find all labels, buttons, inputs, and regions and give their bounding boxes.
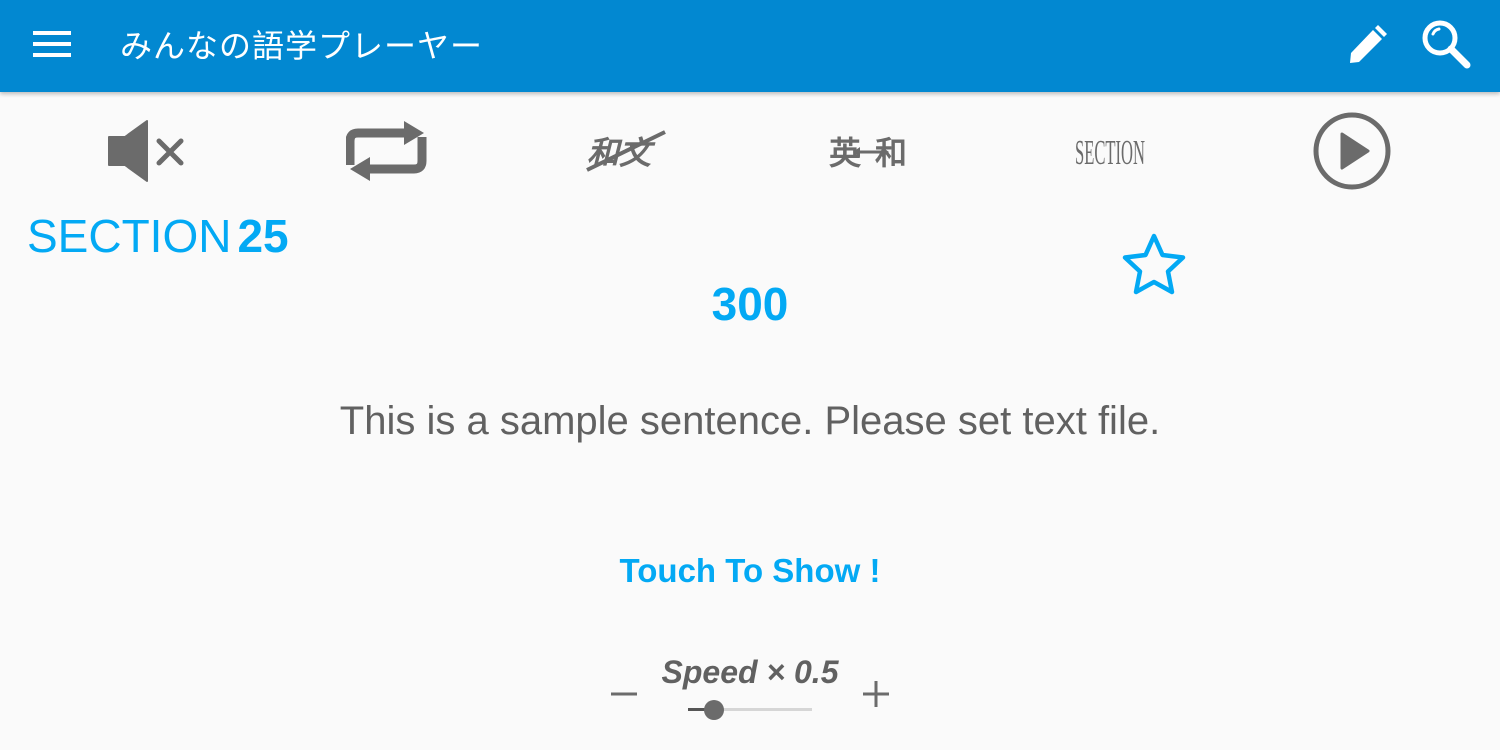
edit-button[interactable] bbox=[1342, 20, 1394, 72]
japanese-english-toggle[interactable]: 和文 bbox=[572, 108, 682, 198]
hamburger-menu-icon bbox=[31, 28, 73, 65]
app-title: みんなの語学プレーヤー bbox=[120, 27, 484, 65]
section-indicator: SECTION 25 bbox=[27, 208, 289, 264]
speed-increase-button[interactable] bbox=[856, 676, 896, 716]
en-jp-swap-icon: 英和 bbox=[827, 126, 911, 181]
speed-label: Speed × 0.5 bbox=[661, 654, 839, 690]
minus-icon bbox=[608, 678, 640, 715]
sentence-count: 300 bbox=[711, 278, 789, 330]
speed-slider[interactable] bbox=[684, 698, 816, 722]
player-toolbar: 和文 英和 SECTION bbox=[0, 100, 1500, 204]
repeat-button[interactable] bbox=[332, 108, 442, 198]
section-text-icon: SECTION bbox=[1065, 126, 1155, 181]
speed-slider-thumb[interactable] bbox=[704, 700, 725, 720]
menu-button[interactable] bbox=[24, 22, 80, 70]
repeat-icon bbox=[345, 119, 428, 188]
sentence-text: This is a sample sentence. Please set te… bbox=[339, 399, 1161, 443]
search-button[interactable] bbox=[1420, 20, 1472, 72]
svg-text:SECTION: SECTION bbox=[1075, 133, 1145, 171]
plus-icon bbox=[860, 678, 892, 715]
favorite-button[interactable] bbox=[1116, 232, 1192, 304]
section-button[interactable]: SECTION bbox=[1055, 108, 1165, 198]
pencil-icon bbox=[1345, 21, 1391, 72]
section-label: SECTION bbox=[27, 210, 232, 262]
english-japanese-toggle[interactable]: 英和 bbox=[814, 108, 924, 198]
touch-to-show-button[interactable]: Touch To Show ! bbox=[0, 550, 1500, 592]
app-bar: みんなの語学プレーヤー bbox=[0, 0, 1500, 92]
section-number: 25 bbox=[237, 210, 289, 262]
magnifier-icon bbox=[1420, 18, 1472, 75]
play-button[interactable] bbox=[1297, 108, 1407, 198]
speed-decrease-button[interactable] bbox=[604, 676, 644, 716]
mute-button[interactable] bbox=[92, 108, 202, 198]
volume-off-icon bbox=[107, 119, 187, 188]
star-outline-icon bbox=[1118, 231, 1190, 306]
play-circle-icon bbox=[1312, 111, 1392, 196]
jp-en-crossed-icon: 和文 bbox=[585, 126, 669, 181]
